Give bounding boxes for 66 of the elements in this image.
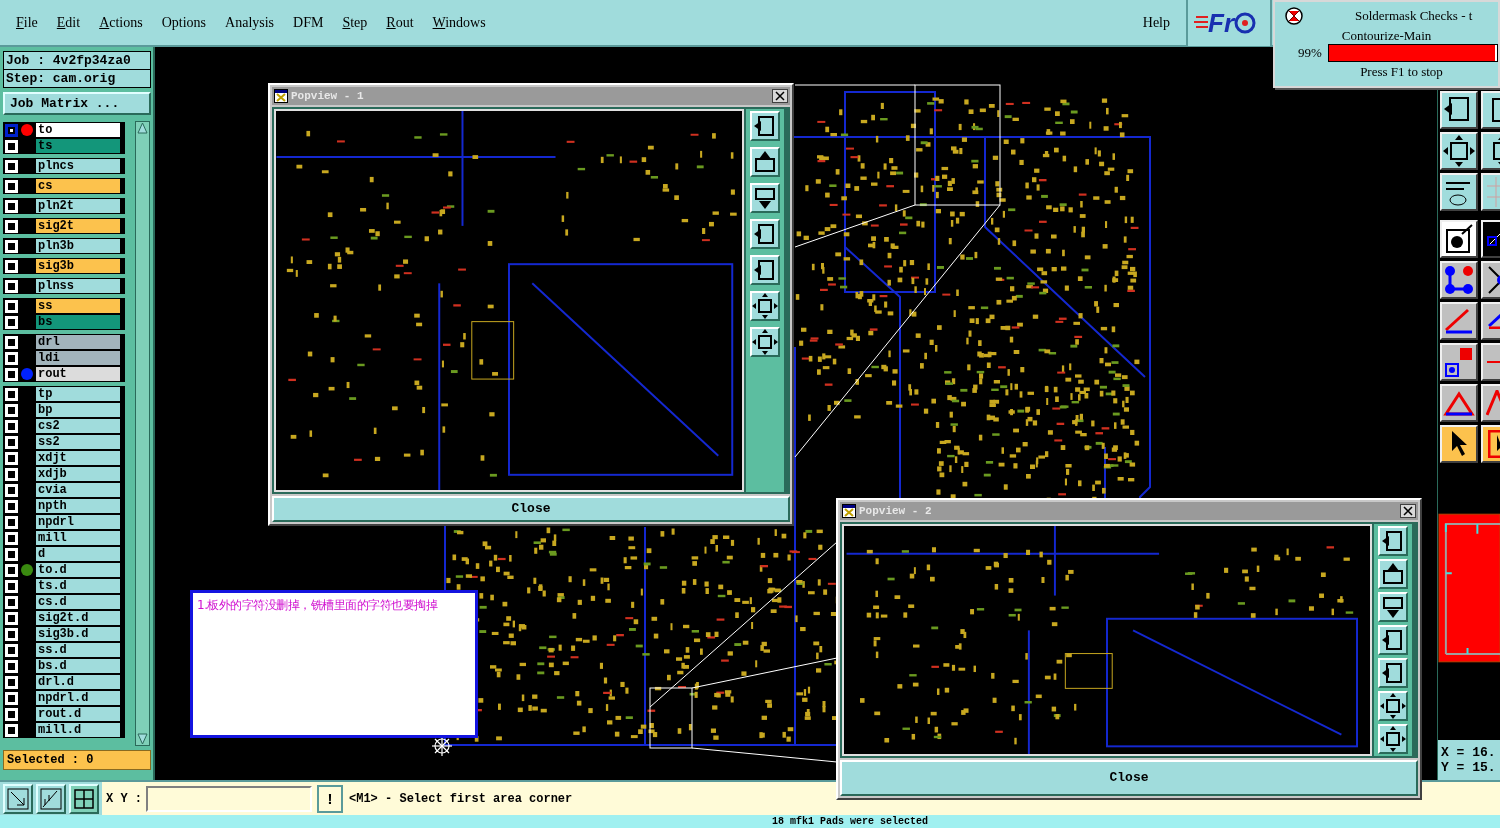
layer-name[interactable]: cs.d [36, 595, 120, 609]
layer-name[interactable]: to.d [36, 563, 120, 577]
prompt-text: <M1> - Select first area corner [349, 790, 573, 808]
note-text: 1.板外的字符没删掉，铣槽里面的字符也要掏掉 [197, 597, 439, 614]
logo-text: Fr [1208, 9, 1234, 36]
layer-name[interactable]: xdjt [36, 451, 120, 465]
layer-name[interactable]: plnss [36, 279, 120, 293]
layer-name[interactable]: sig2t [36, 219, 120, 233]
menu-item[interactable]: Step [342, 12, 368, 33]
layer-name[interactable]: npdrl.d [36, 691, 120, 705]
layer-name[interactable]: mill.d [36, 723, 120, 737]
layer-name[interactable]: tp [36, 387, 120, 401]
layer-name[interactable]: xdjb [36, 467, 120, 481]
progress-percent: 99% [1298, 44, 1323, 63]
job-matrix-button[interactable]: Job Matrix ... [3, 92, 151, 115]
menu-item[interactable]: Windows [432, 12, 486, 33]
layer-name[interactable]: ss.d [36, 643, 120, 657]
layer-name[interactable]: npth [36, 499, 120, 513]
layer-name[interactable]: rout [36, 367, 120, 381]
menu-item[interactable]: DFM [293, 12, 324, 33]
close-button[interactable]: Close [840, 760, 1418, 796]
layer-name[interactable]: drl.d [36, 675, 120, 689]
coordinate-readout: Y = 15. [1441, 760, 1497, 775]
layer-name[interactable]: cs2 [36, 419, 120, 433]
layer-name[interactable]: ts [36, 139, 120, 153]
layer-name[interactable]: sig2t.d [36, 611, 120, 625]
alert-button[interactable]: ! [317, 784, 343, 813]
layer-name[interactable]: npdrl [36, 515, 120, 529]
menu-item[interactable]: Rout [386, 12, 414, 33]
layer-name[interactable]: bs [36, 315, 120, 329]
close-button[interactable]: Close [272, 496, 790, 522]
menu-item[interactable]: Actions [99, 12, 143, 33]
layer-name[interactable]: pln2t [36, 199, 120, 213]
status-text: 18 mfk1 Pads were selected [772, 815, 928, 828]
layer-name[interactable]: sig3b [36, 259, 120, 273]
layer-name[interactable]: to [36, 123, 120, 137]
layer-name[interactable]: bp [36, 403, 120, 417]
layer-name[interactable]: bs.d [36, 659, 120, 673]
layer-name[interactable]: sig3b.d [36, 627, 120, 641]
coordinate-readout: X = 16. [1441, 745, 1497, 760]
window-title: Popview - 2 [859, 503, 932, 519]
layer-name[interactable]: ldi [36, 351, 120, 365]
progress-step: Contourize-Main [1275, 29, 1498, 42]
progress-hint: Press F1 to stop [1359, 64, 1444, 80]
layer-name[interactable]: pln3b [36, 239, 120, 253]
xy-label: X Y : [105, 790, 143, 808]
layer-name[interactable]: cvia [36, 483, 120, 497]
menu-item[interactable]: Analysis [225, 12, 275, 33]
layer-name[interactable]: plncs [36, 159, 120, 173]
step-label: Step: cam.orig [5, 70, 117, 87]
selected-count: Selected : 0 [3, 750, 151, 770]
menu-item[interactable]: File [16, 12, 38, 33]
job-label: Job : 4v2fp34za0 [4, 52, 150, 70]
menu-item[interactable]: Help [1142, 12, 1170, 33]
layer-name[interactable]: rout.d [36, 707, 120, 721]
window-title: Popview - 1 [291, 88, 364, 104]
layer-name[interactable]: ss [36, 299, 120, 313]
progress-title: Soldermask Checks - t [1355, 6, 1473, 25]
layer-name[interactable]: drl [36, 335, 120, 349]
layer-name[interactable]: d [36, 547, 120, 561]
menu-item[interactable]: Edit [56, 12, 81, 33]
menu-item[interactable]: Options [161, 12, 207, 33]
layer-name[interactable]: ts.d [36, 579, 120, 593]
layer-name[interactable]: mill [36, 531, 120, 545]
layer-name[interactable]: cs [36, 179, 120, 193]
layer-name[interactable]: ss2 [36, 435, 120, 449]
